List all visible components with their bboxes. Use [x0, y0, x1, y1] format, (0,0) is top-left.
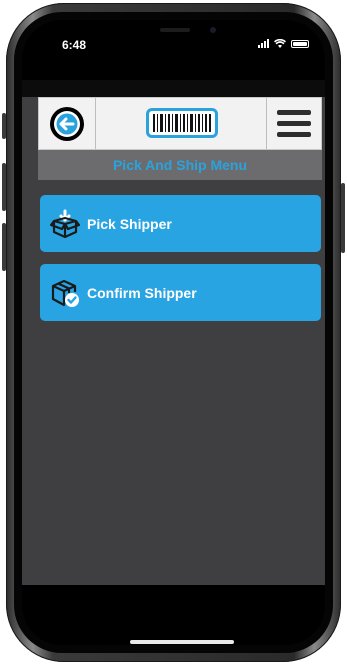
status-icons [258, 39, 309, 48]
confirm-shipper-button[interactable]: Confirm Shipper [40, 264, 321, 321]
box-download-icon [49, 208, 81, 240]
battery-icon [291, 40, 309, 48]
app-content: Pick And Ship Menu Pick Shipper Confirm … [22, 97, 325, 585]
barcode-icon [153, 114, 211, 132]
hamburger-menu-icon-bar [277, 121, 311, 126]
hamburger-menu-button[interactable] [266, 98, 321, 149]
box-check-icon [49, 277, 81, 309]
page-title: Pick And Ship Menu [112, 157, 248, 173]
volume-up-button [2, 163, 6, 211]
mute-switch [2, 113, 6, 139]
notch [102, 20, 248, 50]
top-toolbar [38, 97, 322, 150]
app-header-spacer [22, 80, 325, 97]
barcode-scan-button[interactable] [146, 108, 218, 138]
speaker [160, 28, 190, 32]
arrow-left-icon [50, 106, 84, 141]
home-indicator[interactable] [130, 640, 234, 644]
volume-down-button [2, 223, 6, 271]
status-time: 6:48 [62, 38, 87, 52]
page-title-bar: Pick And Ship Menu [38, 150, 322, 180]
back-button[interactable] [39, 98, 96, 149]
cellular-signal-icon [258, 39, 269, 48]
bottom-band [22, 585, 325, 645]
pick-shipper-button[interactable]: Pick Shipper [40, 195, 321, 252]
confirm-shipper-label: Confirm Shipper [87, 284, 197, 301]
hamburger-menu-icon-bar [277, 110, 311, 115]
status-bar: 6:48 [22, 20, 325, 80]
screen: 6:48 Pick And Ship Menu Pick Shipper Con… [22, 20, 325, 645]
hamburger-menu-icon-bar [277, 132, 311, 137]
power-button [341, 183, 345, 253]
front-camera [210, 27, 216, 33]
pick-shipper-label: Pick Shipper [87, 215, 172, 232]
wifi-icon [274, 39, 286, 48]
